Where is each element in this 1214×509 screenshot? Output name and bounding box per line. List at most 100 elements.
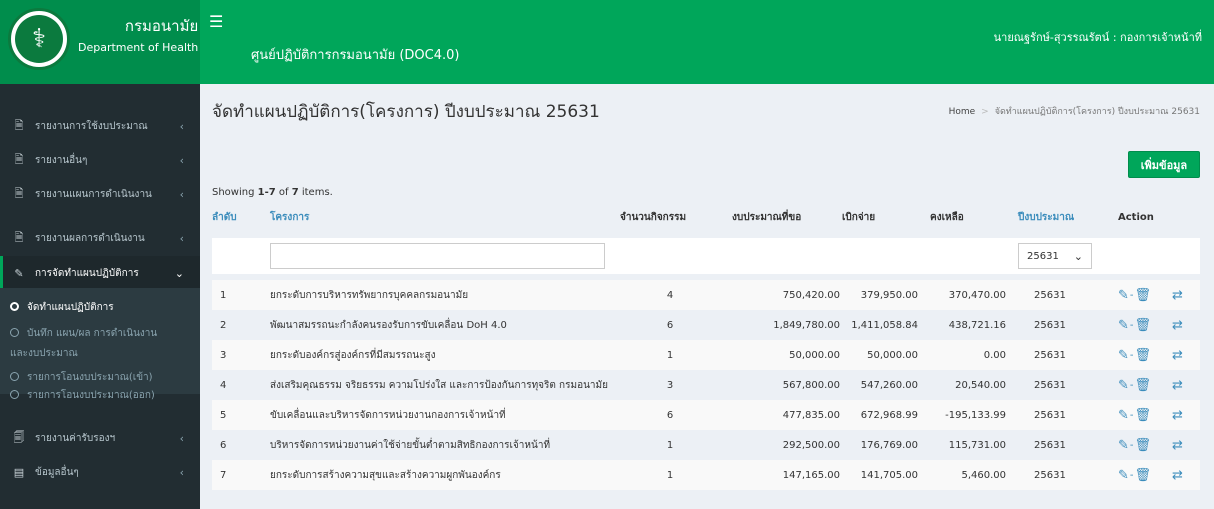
submenu-item-create-plan[interactable]: จัดทำแผนปฏิบัติการ <box>0 298 200 318</box>
table-row: 2 พัฒนาสมรรถนะกำลังคนรองรับการขับเคลื่อน… <box>212 310 1200 340</box>
col-header-spent: เบิกจ่าย <box>842 211 876 223</box>
year-filter-select[interactable]: 25631 ⌄ <box>1018 243 1092 269</box>
transfer-icon[interactable]: ⇄ <box>1172 348 1183 363</box>
submenu-item-record-plan[interactable]: บันทึก แผน/ผล การดำเนินงาน <box>0 324 200 344</box>
cell-action: ✎ - 🗑 <box>1118 430 1151 460</box>
trash-icon[interactable]: 🗑 <box>1135 318 1152 333</box>
sidebar-item-label: รายงานผลการดำเนินงาน <box>35 232 145 244</box>
sidebar-item-certification-report[interactable]: 🗐 รายงานค่ารับรองฯ ‹ <box>0 421 200 455</box>
summary-of: of <box>275 187 292 198</box>
cell-no: 1 <box>220 289 227 301</box>
cell-remaining: -195,133.99 <box>945 409 1006 421</box>
logo-english-name: Department of Health <box>78 41 199 54</box>
chevron-left-icon: ‹ <box>179 187 184 201</box>
cell-transfer: ⇄ <box>1172 340 1183 370</box>
col-header-no[interactable]: ลำดับ <box>212 202 237 232</box>
cell-project: บริหารจัดการหน่วยงานค่าใช้จ่ายขั้นต่ำตาม… <box>270 439 551 451</box>
transfer-icon[interactable]: ⇄ <box>1172 288 1183 303</box>
separator: - <box>1129 289 1134 301</box>
table-row: 5 ขับเคลื่อนและบริหารจัดการหน่วยงานกองกา… <box>212 400 1200 430</box>
chevron-left-icon: ‹ <box>179 431 184 445</box>
file-icon: 🗎 <box>14 152 24 166</box>
edit-icon[interactable]: ✎ <box>1118 318 1129 333</box>
summary-prefix: Showing <box>212 187 258 198</box>
user-menu[interactable]: นายณฐรักษ์-สุวรรณรัตน์ : กองการเจ้าหน้าท… <box>994 28 1202 46</box>
logo-area[interactable]: ⚕ กรมอนามัย Department of Health <box>0 0 200 84</box>
sidebar-item-other-data[interactable]: ▤ ข้อมูลอื่นๆ ‹ <box>0 455 200 489</box>
edit-icon[interactable]: ✎ <box>1118 468 1129 483</box>
table-row: 3 ยกระดับองค์กรสู่องค์กรที่มีสมรรถนะสูง … <box>212 340 1200 370</box>
col-header-project[interactable]: โครงการ <box>270 202 309 232</box>
col-header-year[interactable]: ปีงบประมาณ <box>1018 202 1074 232</box>
cell-transfer: ⇄ <box>1172 310 1183 340</box>
edit-icon[interactable]: ✎ <box>1118 438 1129 453</box>
transfer-icon[interactable]: ⇄ <box>1172 438 1183 453</box>
submenu-item-record-plan-cont[interactable]: และงบประมาณ <box>0 344 200 364</box>
sidebar-item-action-plan[interactable]: ✎ การจัดทำแผนปฏิบัติการ ⌄ <box>0 256 200 290</box>
transfer-icon[interactable]: ⇄ <box>1172 378 1183 393</box>
edit-icon[interactable]: ✎ <box>1118 348 1129 363</box>
filter-row: 25631 ⌄ <box>212 238 1200 274</box>
edit-icon[interactable]: ✎ <box>1118 378 1129 393</box>
transfer-icon[interactable]: ⇄ <box>1172 318 1183 333</box>
file-icon: 🗎 <box>14 118 24 132</box>
hamburger-icon[interactable]: ☰ <box>209 14 223 30</box>
chevron-down-icon: ⌄ <box>1073 249 1083 263</box>
cell-year: 25631 <box>1034 379 1066 391</box>
col-header-action: Action <box>1118 211 1154 223</box>
cell-budget: 50,000.00 <box>789 349 840 361</box>
table-row: 4 ส่งเสริมคุณธรรม จริยธรรม ความโปร่งใส แ… <box>212 370 1200 400</box>
chevron-left-icon: ‹ <box>179 231 184 245</box>
transfer-icon[interactable]: ⇄ <box>1172 408 1183 423</box>
separator: - <box>1129 349 1134 361</box>
transfer-icon[interactable]: ⇄ <box>1172 468 1183 483</box>
cell-action: ✎ - 🗑 <box>1118 280 1151 310</box>
trash-icon[interactable]: 🗑 <box>1135 468 1152 483</box>
edit-icon[interactable]: ✎ <box>1118 288 1129 303</box>
trash-icon[interactable]: 🗑 <box>1135 408 1152 423</box>
circle-icon <box>10 372 19 381</box>
main-content: จัดทำแผนปฏิบัติการ(โครงการ) ปีงบประมาณ 2… <box>200 84 1214 509</box>
sidebar-item-label: ข้อมูลอื่นๆ <box>35 466 79 478</box>
submenu-item-transfer-in[interactable]: รายการโอนงบประมาณ(เข้า) <box>0 368 200 388</box>
chevron-left-icon: ‹ <box>179 119 184 133</box>
card-icon: ▤ <box>13 465 25 479</box>
cell-year: 25631 <box>1034 439 1066 451</box>
cell-budget: 147,165.00 <box>782 469 840 481</box>
cell-remaining: 0.00 <box>983 349 1006 361</box>
logo-text: กรมอนามัย Department of Health <box>78 8 198 54</box>
sidebar-item-budget-report[interactable]: 🗎 รายงานการใช้งบประมาณ ‹ <box>0 109 200 143</box>
project-filter-input[interactable] <box>270 243 605 269</box>
edit-icon[interactable]: ✎ <box>1118 408 1129 423</box>
edit-icon: ✎ <box>14 266 24 280</box>
trash-icon[interactable]: 🗑 <box>1135 378 1152 393</box>
circle-icon <box>10 390 19 399</box>
table-row: 7 ยกระดับการสร้างความสุขและสร้างความผูกพ… <box>212 460 1200 490</box>
separator: - <box>1129 409 1134 421</box>
sidebar-item-other-reports[interactable]: 🗎 รายงานอื่นๆ ‹ <box>0 143 200 177</box>
cell-remaining: 5,460.00 <box>961 469 1006 481</box>
cell-no: 3 <box>220 349 227 361</box>
cell-action: ✎ - 🗑 <box>1118 400 1151 430</box>
add-data-button[interactable]: เพิ่มข้อมูล <box>1128 151 1200 178</box>
caduceus-icon: ⚕ <box>15 15 63 63</box>
trash-icon[interactable]: 🗑 <box>1135 438 1152 453</box>
trash-icon[interactable]: 🗑 <box>1135 288 1152 303</box>
summary-text: Showing 1-7 of 7 items. <box>212 187 333 198</box>
col-header-budget: งบประมาณที่ขอ <box>732 211 802 223</box>
cell-activities: 3 <box>666 379 674 391</box>
trash-icon[interactable]: 🗑 <box>1135 348 1152 363</box>
sidebar-item-result-report[interactable]: 🗎 รายงานผลการดำเนินงาน ‹ <box>0 221 200 255</box>
cell-project: ส่งเสริมคุณธรรม จริยธรรม ความโปร่งใส และ… <box>270 379 608 391</box>
cell-project: ยกระดับองค์กรสู่องค์กรที่มีสมรรถนะสูง <box>270 349 436 361</box>
breadcrumb-home-link[interactable]: Home <box>949 107 976 117</box>
summary-range: 1-7 <box>257 187 276 198</box>
separator: - <box>1129 469 1134 481</box>
cell-activities: 6 <box>666 409 674 421</box>
cell-action: ✎ - 🗑 <box>1118 460 1151 490</box>
app-title: ศูนย์ปฏิบัติการกรมอนามัย (DOC4.0) <box>251 48 460 63</box>
sidebar-item-plan-report[interactable]: 🗎 รายงานแผนการดำเนินงาน ‹ <box>0 177 200 211</box>
submenu-item-transfer-out[interactable]: รายการโอนงบประมาณ(ออก) <box>0 386 200 406</box>
cell-action: ✎ - 🗑 <box>1118 340 1151 370</box>
cell-spent: 547,260.00 <box>860 379 918 391</box>
